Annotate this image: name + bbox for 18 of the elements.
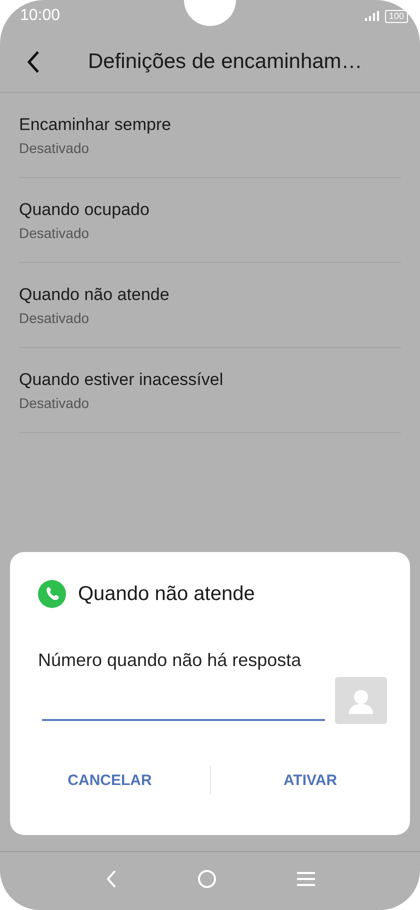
phone-icon [38, 580, 66, 608]
person-icon [348, 688, 374, 714]
signal-icon [364, 11, 379, 21]
contact-button[interactable] [335, 677, 387, 724]
dialog-title: Quando não atende [78, 582, 255, 606]
settings-item[interactable]: Quando estiver inacessível Desativado [19, 348, 401, 433]
back-icon[interactable] [26, 50, 40, 74]
field-label: Número quando não há resposta [38, 650, 302, 671]
settings-item[interactable]: Encaminhar sempre Desativado [19, 93, 401, 178]
dialog-button[interactable]: CANCELAR [10, 762, 210, 798]
menu-icon[interactable] [297, 871, 315, 887]
home-icon[interactable] [197, 869, 217, 889]
dialog-button[interactable]: ATIVAR [210, 762, 410, 798]
battery-indicator: 100 [384, 10, 408, 22]
settings-item[interactable]: Quando não atende Desativado [19, 263, 401, 348]
settings-item[interactable]: Quando ocupado Desativado [19, 178, 401, 263]
page-title: Definições de encaminham… [88, 50, 362, 74]
status-time: 10:00 [20, 7, 60, 25]
